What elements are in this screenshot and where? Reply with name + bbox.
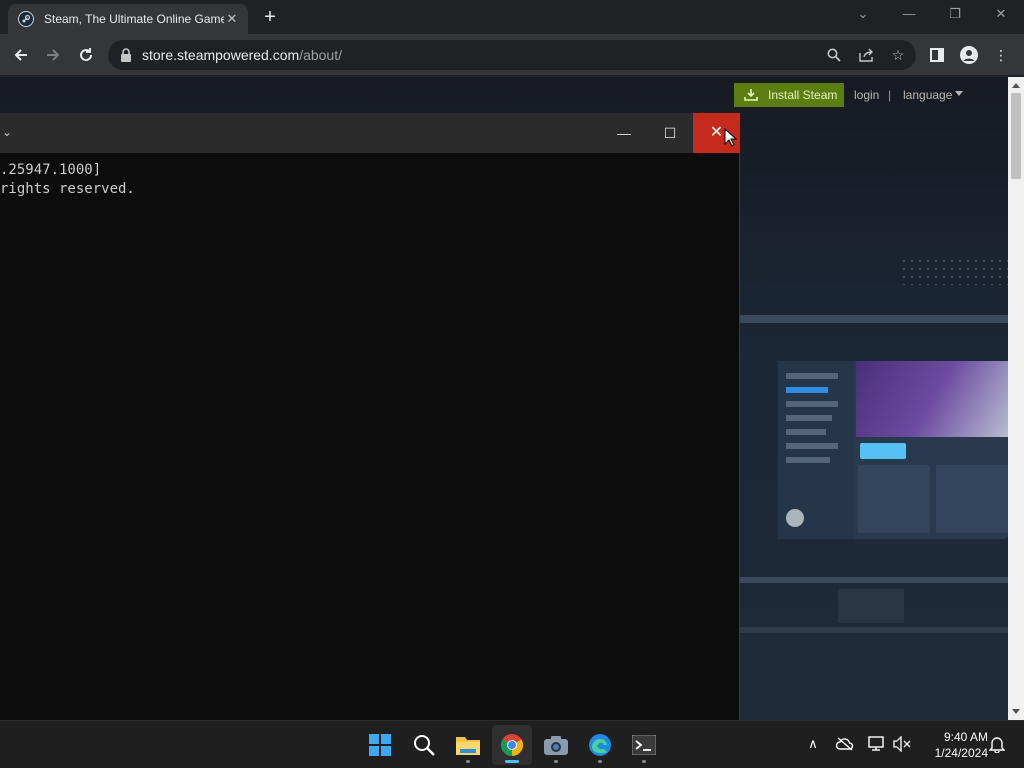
camera-app-button[interactable] bbox=[536, 725, 576, 765]
scroll-up-icon[interactable] bbox=[1012, 83, 1020, 88]
decorative-dot-grid bbox=[900, 257, 1008, 285]
illustration-steam-logo-icon bbox=[786, 509, 804, 527]
forward-icon[interactable] bbox=[40, 42, 66, 68]
taskbar-search-button[interactable] bbox=[404, 725, 444, 765]
install-steam-label: Install Steam bbox=[768, 88, 838, 102]
login-link[interactable]: login bbox=[854, 88, 879, 102]
terminal-line-copyright: rights reserved. bbox=[0, 181, 135, 197]
file-explorer-button[interactable] bbox=[448, 725, 488, 765]
show-hidden-icons-chevron-icon[interactable]: ∧ bbox=[802, 733, 824, 755]
new-tab-button[interactable]: + bbox=[258, 6, 282, 30]
running-indicator bbox=[554, 760, 558, 763]
menu-icon[interactable]: ⋮ bbox=[990, 44, 1012, 66]
scrollbar-thumb[interactable] bbox=[1011, 93, 1021, 179]
clock-date: 1/24/2024 bbox=[934, 746, 988, 760]
illustration-line bbox=[786, 401, 838, 407]
url-host: store.steampowered.com bbox=[142, 47, 300, 63]
illustration-line-highlight bbox=[786, 387, 828, 393]
running-indicator bbox=[642, 760, 646, 763]
notification-bell-icon[interactable] bbox=[986, 733, 1008, 755]
steam-favicon-icon bbox=[18, 11, 34, 27]
network-icon[interactable] bbox=[866, 733, 888, 755]
page-scrollbar[interactable] bbox=[1008, 77, 1024, 720]
terminal-minimize-button[interactable]: — bbox=[601, 113, 647, 153]
system-clock[interactable]: 9:40 AM 1/24/2024 bbox=[916, 729, 988, 761]
chrome-taskbar-button[interactable] bbox=[492, 725, 532, 765]
running-indicator bbox=[598, 760, 602, 763]
url-text[interactable]: store.steampowered.com/about/ bbox=[142, 47, 342, 63]
chrome-icon bbox=[501, 734, 523, 756]
illustration-line bbox=[786, 457, 830, 463]
decorative-block bbox=[838, 589, 904, 623]
chevron-down-icon[interactable]: ⌄ bbox=[2, 125, 18, 141]
terminal-maximize-button[interactable]: ☐ bbox=[647, 113, 693, 153]
browser-tab-steam[interactable]: Steam, The Ultimate Online Game Platform… bbox=[8, 4, 248, 34]
install-steam-button[interactable]: Install Steam bbox=[734, 83, 844, 107]
browser-restore-button[interactable]: ❐ bbox=[932, 0, 978, 30]
terminal-output[interactable]: .25947.1000] rights reserved. bbox=[0, 161, 135, 199]
browser-toolbar: store.steampowered.com/about/ ☆ ⋮ bbox=[0, 34, 1024, 76]
running-indicator bbox=[466, 760, 470, 763]
lock-icon[interactable] bbox=[120, 48, 132, 62]
volume-muted-icon[interactable] bbox=[891, 733, 913, 755]
folder-icon bbox=[456, 737, 480, 755]
illustration-card bbox=[858, 465, 930, 533]
scroll-down-icon[interactable] bbox=[1012, 709, 1020, 714]
illustration-card bbox=[936, 465, 1008, 533]
share-icon[interactable] bbox=[856, 45, 876, 65]
illustration-line bbox=[786, 443, 838, 449]
start-button[interactable] bbox=[360, 725, 400, 765]
back-icon[interactable] bbox=[8, 42, 34, 68]
clock-time: 9:40 AM bbox=[943, 730, 988, 744]
camera-icon bbox=[544, 736, 568, 755]
active-indicator bbox=[505, 760, 519, 763]
language-link[interactable]: language bbox=[903, 88, 952, 102]
caret-down-icon[interactable] bbox=[955, 91, 963, 96]
tab-search-chevron-icon[interactable]: ⌄ bbox=[840, 0, 886, 30]
search-icon[interactable] bbox=[824, 45, 844, 65]
steam-client-illustration bbox=[778, 361, 1008, 539]
hero-divider-top bbox=[740, 315, 1008, 323]
terminal-taskbar-button[interactable] bbox=[624, 725, 664, 765]
terminal-icon bbox=[632, 735, 656, 755]
tab-title: Steam, The Ultimate Online Game Platform bbox=[44, 12, 224, 26]
nav-separator: | bbox=[888, 88, 892, 102]
address-bar[interactable]: store.steampowered.com/about/ ☆ bbox=[108, 40, 916, 70]
edge-icon bbox=[589, 734, 611, 756]
hero-divider-bottom bbox=[740, 577, 1008, 583]
windows-logo-icon bbox=[369, 734, 391, 756]
illustration-line bbox=[786, 373, 838, 379]
browser-minimize-button[interactable]: — bbox=[886, 0, 932, 30]
profile-icon[interactable] bbox=[958, 44, 980, 66]
side-panel-icon[interactable] bbox=[926, 44, 948, 66]
terminal-line-version: .25947.1000] bbox=[0, 162, 102, 178]
url-path: /about/ bbox=[299, 47, 343, 63]
terminal-titlebar[interactable]: ⌄ — ☐ ✕ bbox=[0, 113, 740, 153]
illustration-line bbox=[786, 415, 832, 421]
windows-taskbar: ∧ 9:40 AM 1/24/2024 bbox=[0, 720, 1024, 768]
star-icon[interactable]: ☆ bbox=[888, 45, 908, 65]
edge-taskbar-button[interactable] bbox=[580, 725, 620, 765]
terminal-window[interactable]: ⌄ — ☐ ✕ .25947.1000] rights reserved. bbox=[0, 113, 740, 720]
illustration-play-button bbox=[860, 443, 906, 459]
tab-close-icon[interactable]: ✕ bbox=[224, 11, 240, 27]
hero-divider-lower bbox=[740, 627, 1008, 633]
download-icon bbox=[744, 89, 758, 101]
mouse-cursor-icon bbox=[724, 128, 738, 147]
browser-close-button[interactable]: ✕ bbox=[978, 0, 1024, 30]
search-icon bbox=[414, 735, 435, 756]
browser-tabstrip: Steam, The Ultimate Online Game Platform… bbox=[0, 0, 1024, 34]
illustration-line bbox=[786, 429, 826, 435]
reload-icon[interactable] bbox=[73, 42, 99, 68]
onedrive-offline-icon[interactable] bbox=[834, 733, 856, 755]
illustration-hero-image bbox=[856, 361, 1008, 437]
